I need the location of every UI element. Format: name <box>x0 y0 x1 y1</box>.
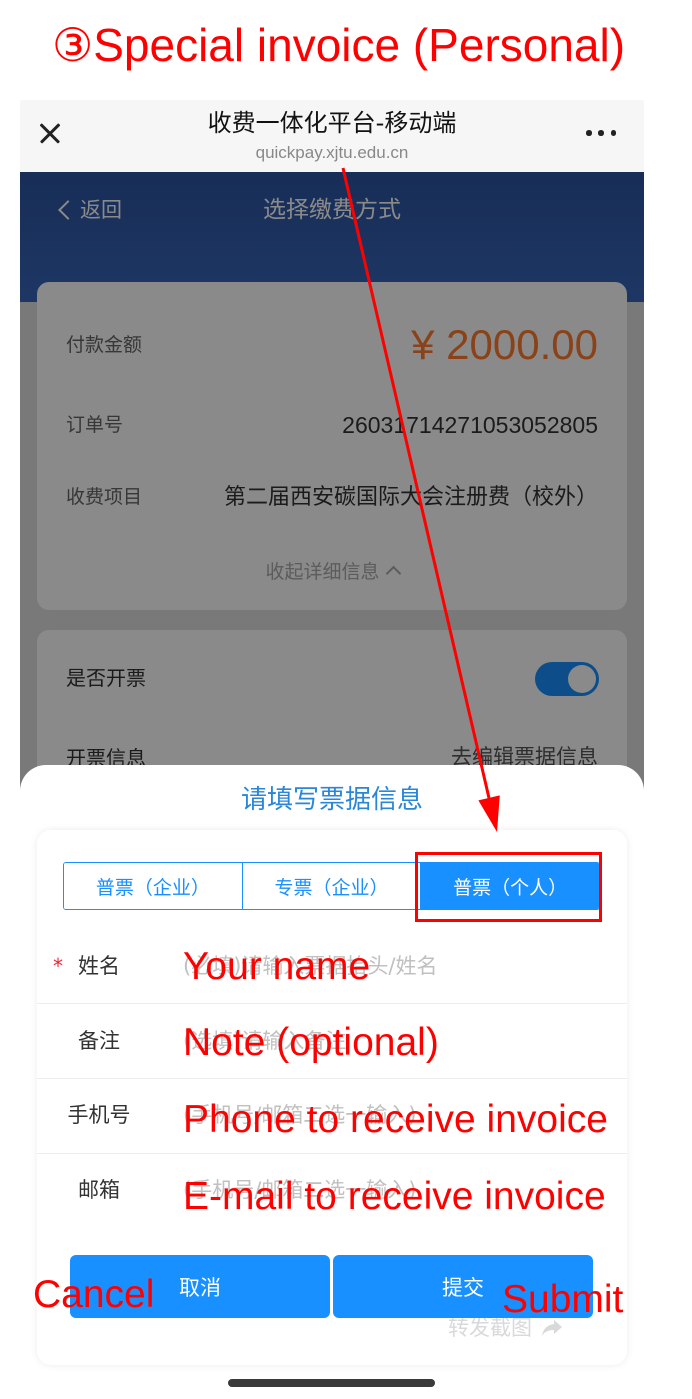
browser-title-bar: 收费一体化平台-移动端 quickpay.xjtu.edu.cn <box>20 100 644 172</box>
webview: 返回 选择缴费方式 付款金额 ¥ 2000.00 订单号 26031714271… <box>20 172 644 1399</box>
name-input[interactable] <box>183 948 613 984</box>
name-label: 姓名 <box>78 954 120 978</box>
note-input[interactable] <box>183 1023 613 1059</box>
more-icon[interactable] <box>586 130 616 136</box>
tab-special-company[interactable]: 专票（企业） <box>241 863 421 909</box>
phone-input[interactable] <box>183 1097 613 1133</box>
home-indicator <box>228 1379 435 1387</box>
invoice-bottom-sheet: 请填写票据信息 普票（企业） 专票（企业） 普票（个人） * 姓名 备注 手机号… <box>20 765 644 1399</box>
divider <box>37 1003 627 1004</box>
submit-button[interactable]: 提交 <box>333 1255 593 1318</box>
email-input[interactable] <box>183 1172 613 1208</box>
browser-title: 收费一体化平台-移动端 <box>207 109 457 137</box>
share-icon <box>542 1320 562 1336</box>
phone-label: 手机号 <box>67 1103 131 1127</box>
phone-screen: 收费一体化平台-移动端 quickpay.xjtu.edu.cn 返回 选择缴费… <box>20 100 644 1399</box>
browser-url: quickpay.xjtu.edu.cn <box>255 143 409 162</box>
share-label: 转发截图 <box>448 1316 532 1340</box>
share-screenshot-button[interactable]: 转发截图 <box>448 1314 564 1342</box>
divider <box>37 1078 627 1079</box>
divider <box>37 1153 627 1154</box>
cancel-button[interactable]: 取消 <box>70 1255 330 1318</box>
email-label: 邮箱 <box>78 1178 120 1202</box>
invoice-form: 普票（企业） 专票（企业） 普票（个人） * 姓名 备注 手机号 邮箱 取消 提… <box>37 830 627 1365</box>
sheet-title: 请填写票据信息 <box>240 785 423 815</box>
annotation-title: ③Special invoice (Personal) <box>52 19 626 71</box>
note-label: 备注 <box>78 1029 120 1053</box>
tab-normal-personal[interactable]: 普票（个人） <box>420 863 599 909</box>
tab-normal-company[interactable]: 普票（企业） <box>64 863 242 909</box>
invoice-type-tabs: 普票（企业） 专票（企业） 普票（个人） <box>63 862 600 910</box>
